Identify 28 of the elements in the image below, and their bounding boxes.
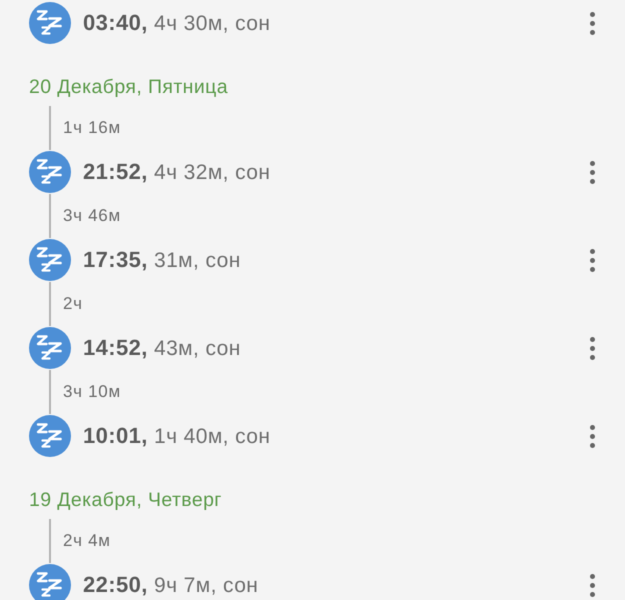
kebab-menu-icon[interactable] — [590, 336, 595, 360]
sleep-entry-text: 22:50, 9ч 7м, сон — [83, 572, 258, 598]
timeline-line — [49, 194, 50, 238]
sleep-icon — [29, 239, 71, 281]
date-header: 20 Декабря, Пятница — [29, 75, 228, 99]
kebab-menu-icon[interactable] — [590, 160, 595, 184]
sleep-entry-text: 03:40, 4ч 30м, сон — [83, 10, 270, 36]
kebab-menu-icon[interactable] — [590, 424, 595, 448]
interval-label: 3ч 10м — [63, 381, 121, 403]
sleep-entry-text: 10:01, 1ч 40м, сон — [83, 422, 270, 450]
interval-label: 2ч — [63, 293, 83, 315]
kebab-menu-icon[interactable] — [590, 574, 595, 596]
timeline-line — [49, 282, 50, 326]
kebab-menu-icon[interactable] — [590, 248, 595, 272]
sleep-entry-text: 14:52, 43м, сон — [83, 334, 241, 362]
interval-label: 1ч 16м — [63, 117, 121, 139]
timeline-line — [49, 519, 50, 563]
interval-label: 3ч 46м — [63, 205, 121, 227]
interval-label: 2ч 4м — [63, 530, 111, 552]
sleep-entry-text: 17:35, 31м, сон — [83, 246, 241, 274]
sleep-icon — [29, 415, 71, 457]
sleep-icon — [29, 151, 71, 193]
kebab-menu-icon[interactable] — [590, 12, 595, 34]
date-header: 19 Декабря, Четверг — [29, 488, 222, 512]
sleep-entry-text: 21:52, 4ч 32м, сон — [83, 158, 270, 186]
timeline-line — [49, 370, 50, 414]
timeline-line — [49, 106, 50, 150]
sleep-icon — [29, 327, 71, 369]
